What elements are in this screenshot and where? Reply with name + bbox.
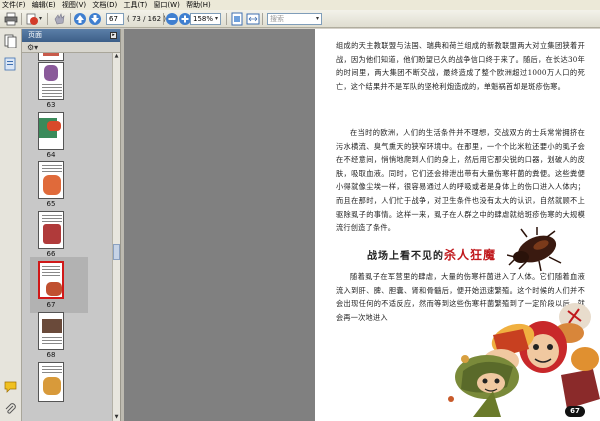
paragraph-1: 组成的天主教联盟与法国、瑞典和荷兰组成的新教联盟两大对立集团狭着开战，因为他们知… xyxy=(336,41,585,91)
hand-tool-icon[interactable] xyxy=(52,12,66,26)
document-page: 组成的天主教联盟与法国、瑞典和荷兰组成的新教联盟两大对立集团狭着开战，因为他们知… xyxy=(315,29,600,421)
page-label: 68 xyxy=(46,351,56,359)
scroll-up-icon[interactable]: ▲ xyxy=(113,53,120,60)
chevron-down-icon: ▾ xyxy=(214,15,218,22)
page-thumbnail[interactable] xyxy=(38,362,64,402)
thumbnail-scrollbar[interactable]: ▲ ▼ xyxy=(112,53,120,421)
page-count: ( 73 / 162 ) xyxy=(127,15,166,23)
fit-width-icon[interactable] xyxy=(246,12,260,26)
menu-file[interactable]: 文件(F) xyxy=(0,0,28,10)
page-label: 65 xyxy=(46,200,56,208)
menu-document[interactable]: 文档(D) xyxy=(90,0,119,10)
page-label: 67 xyxy=(46,301,56,309)
next-page-icon[interactable] xyxy=(88,12,102,26)
close-icon[interactable]: ▸ xyxy=(110,32,117,39)
page-thumbnail[interactable] xyxy=(38,161,64,199)
search-placeholder: 搜索 xyxy=(270,15,284,23)
louse-illustration xyxy=(507,227,562,272)
page-thumbnail[interactable] xyxy=(38,211,64,249)
attachments-icon[interactable] xyxy=(4,403,17,416)
heading-part-2: 杀人狂魔 xyxy=(444,248,497,262)
section-heading: 战场上看不见的杀人狂魔 xyxy=(367,246,496,263)
menu-bar: 文件(F) 编辑(E) 视图(V) 文档(D) 工具(T) 窗口(W) 帮助(H… xyxy=(0,0,600,10)
scroll-thumb[interactable] xyxy=(113,244,120,260)
page-number-badge: 67 xyxy=(565,406,585,417)
panel-options-bar: ⚙▾ xyxy=(22,42,120,53)
panel-title: 页面 xyxy=(28,31,42,39)
zoom-select[interactable]: 158% ▾ xyxy=(190,13,221,25)
toolbar: ▾ 67 ( 73 / 162 ) 158% ▾ 搜索 ▾ xyxy=(0,10,600,28)
menu-view[interactable]: 视图(V) xyxy=(60,0,88,10)
page-label: 63 xyxy=(46,101,56,109)
options-gear-icon[interactable]: ⚙▾ xyxy=(27,42,38,53)
heading-part-1: 战场上看不见的 xyxy=(367,251,444,262)
page-thumbnail-selected[interactable] xyxy=(38,261,64,299)
paragraph-2: 在当时的欧洲，人们的生活条件并不理想，交战双方的士兵常常拥挤在污水横流、臭气熏天… xyxy=(336,128,585,233)
page-label: 64 xyxy=(46,151,56,159)
cartoon-soldiers-illustration xyxy=(448,303,600,417)
menu-help[interactable]: 帮助(H) xyxy=(184,0,213,10)
zoom-out-icon[interactable] xyxy=(165,12,179,26)
pages-panel: 页面 ▸ ⚙▾ 62 63 64 xyxy=(22,29,120,421)
menu-window[interactable]: 窗口(W) xyxy=(151,0,181,10)
page-thumbnail[interactable] xyxy=(38,312,64,350)
menu-tools[interactable]: 工具(T) xyxy=(121,0,149,10)
share-icon[interactable] xyxy=(25,12,39,26)
bookmarks-icon[interactable] xyxy=(4,57,17,71)
fit-page-icon[interactable] xyxy=(230,12,244,26)
search-input[interactable]: 搜索 ▾ xyxy=(267,13,322,25)
page-number-input[interactable]: 67 xyxy=(106,13,124,25)
zoom-value: 158% xyxy=(193,15,214,23)
page-thumbnail[interactable] xyxy=(38,62,64,100)
thumbnail-list: 62 63 64 65 xyxy=(22,53,112,421)
menu-edit[interactable]: 编辑(E) xyxy=(30,0,58,10)
previous-page-icon[interactable] xyxy=(73,12,87,26)
scroll-down-icon[interactable]: ▼ xyxy=(113,414,120,421)
panel-header: 页面 ▸ xyxy=(22,29,120,42)
chevron-down-icon[interactable]: ▾ xyxy=(39,12,42,26)
print-icon[interactable] xyxy=(4,12,18,26)
navigation-strip xyxy=(0,29,22,421)
chevron-down-icon: ▾ xyxy=(315,15,319,22)
pages-panel-icon[interactable] xyxy=(4,34,17,48)
page-thumbnail[interactable] xyxy=(38,112,64,150)
comments-icon[interactable] xyxy=(4,381,17,393)
document-area: 组成的天主教联盟与法国、瑞典和荷兰组成的新教联盟两大对立集团狭着开战，因为他们知… xyxy=(124,29,600,421)
page-thumbnail[interactable] xyxy=(38,53,64,61)
